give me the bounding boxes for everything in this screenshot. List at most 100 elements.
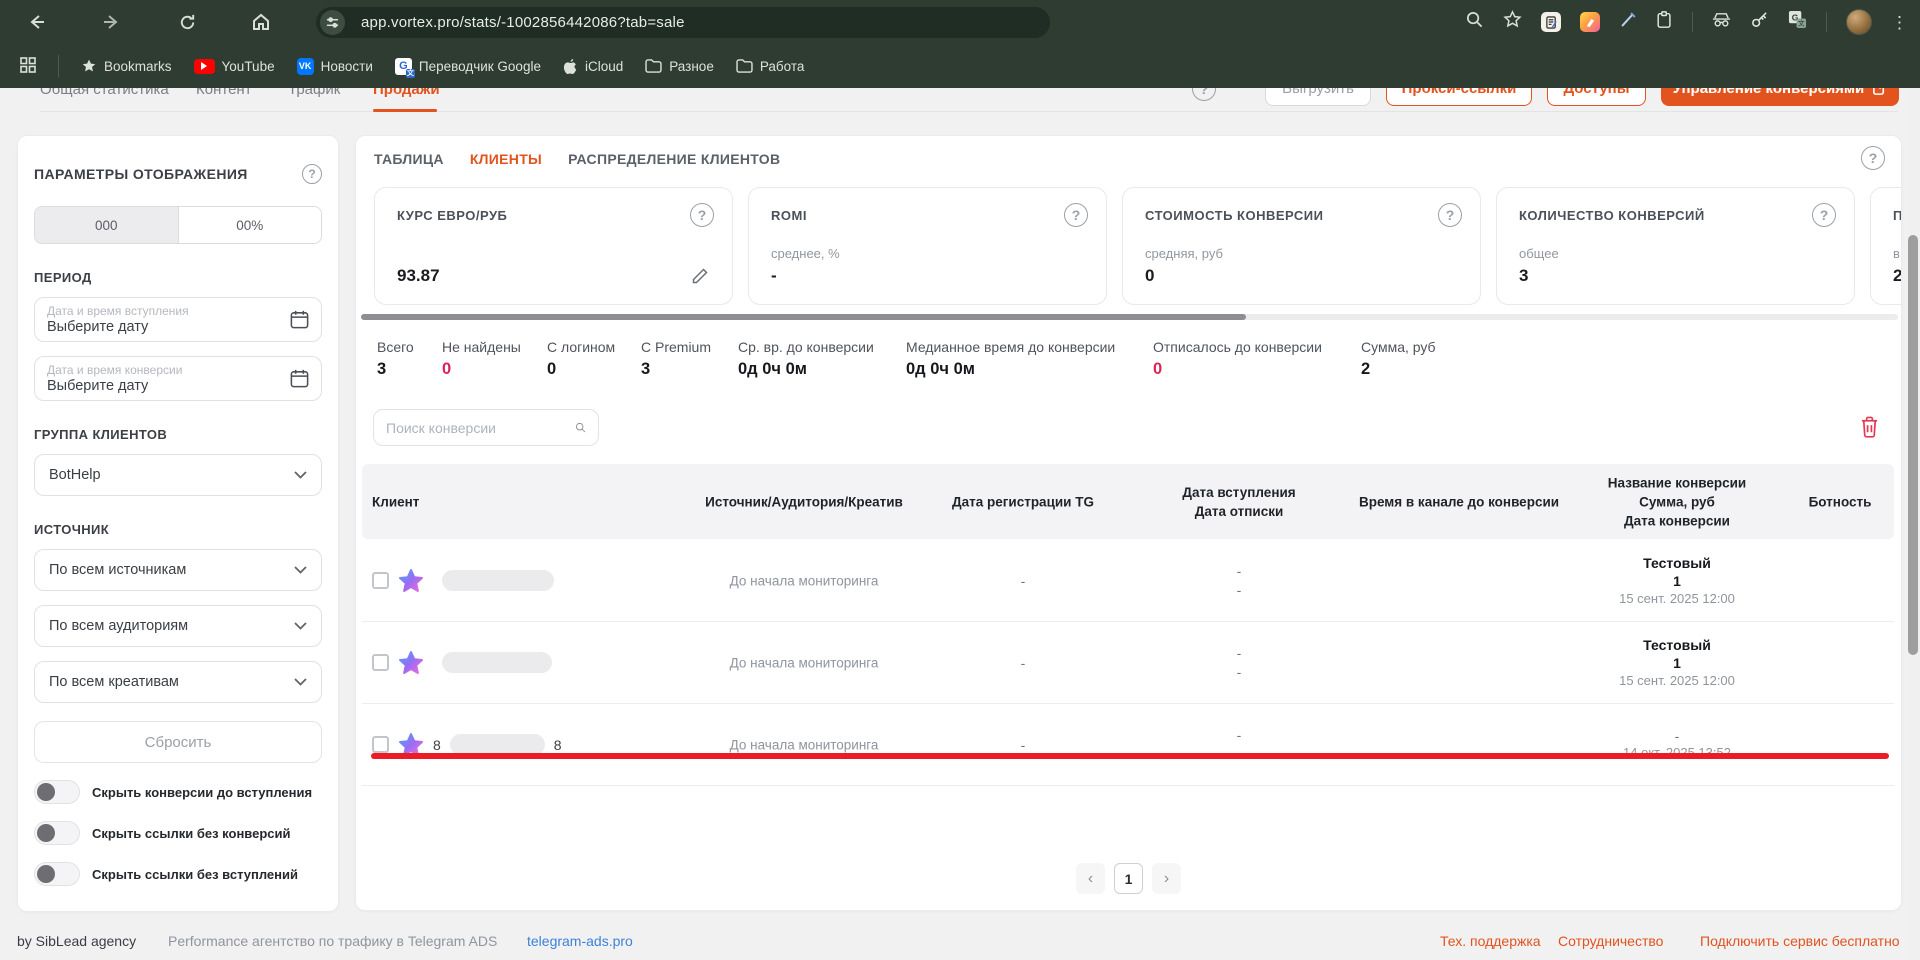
bookmark-item-translate[interactable]: G文Переводчик Google [395, 58, 541, 75]
cards-scrollbar-thumb[interactable] [361, 314, 1246, 320]
page-header-clipped: Общая статистика Контент Трафик Продажи … [0, 88, 1906, 115]
cell-registration: - [1021, 737, 1026, 753]
tab-sales[interactable]: Продажи [373, 88, 440, 98]
hide-links-without-joins-toggle[interactable] [34, 862, 80, 886]
card-subtitle: средняя, руб [1145, 246, 1223, 261]
bookmark-star-icon[interactable] [1503, 10, 1522, 34]
forward-icon[interactable] [98, 9, 124, 35]
reset-button[interactable]: Сбросить [34, 721, 322, 763]
calendar-icon[interactable] [289, 368, 310, 394]
back-icon[interactable] [24, 9, 50, 35]
sidebar-help-icon[interactable]: ? [302, 164, 322, 184]
site-settings-icon[interactable] [320, 10, 345, 35]
cell-join-leave: -- [1237, 562, 1242, 600]
conversion-search[interactable] [373, 409, 599, 446]
calendar-icon[interactable] [289, 309, 310, 335]
clients-help-icon[interactable]: ? [1861, 146, 1885, 170]
audience-select[interactable]: По всем аудиториям [34, 605, 322, 647]
apps-grid-icon[interactable] [20, 57, 36, 76]
pen-extension-icon[interactable] [1619, 11, 1637, 34]
tab-content[interactable]: Контент [196, 88, 252, 98]
tab-table[interactable]: ТАБЛИЦА [374, 151, 444, 167]
main-content-card: ТАБЛИЦА КЛИЕНТЫ РАСПРЕДЕЛЕНИЕ КЛИЕНТОВ ?… [355, 135, 1902, 911]
row-checkbox[interactable] [372, 736, 389, 753]
tab-traffic[interactable]: Трафик [288, 88, 340, 98]
card-subtitle: общее [1519, 246, 1559, 261]
footer-partnership-link[interactable]: Сотрудничество [1558, 933, 1663, 949]
page-scrollbar[interactable] [1906, 88, 1920, 960]
address-bar[interactable]: app.vortex.pro/stats/-1002856442086?tab=… [316, 7, 1050, 38]
access-button[interactable]: Доступы [1547, 88, 1646, 106]
active-tab-underline [373, 109, 437, 112]
bookmark-item-youtube[interactable]: YouTube [194, 59, 275, 74]
row-checkbox[interactable] [372, 654, 389, 671]
card-help-icon[interactable]: ? [1064, 203, 1088, 227]
bookmark-item-work[interactable]: Работа [736, 59, 805, 74]
hide-pre-join-conversions-toggle[interactable] [34, 780, 80, 804]
page-scrollbar-thumb[interactable] [1908, 235, 1918, 655]
menu-kebab-icon[interactable]: ⋮ [1891, 14, 1908, 31]
cards-horizontal-scrollbar[interactable] [361, 314, 1898, 320]
footer-connect-link[interactable]: Подключить сервис бесплатно [1700, 933, 1900, 949]
search-tabs-icon[interactable] [1465, 10, 1484, 34]
creative-value: По всем креативам [49, 674, 179, 690]
conversion-date-input[interactable]: Дата и время конверсии Выберите дату [34, 356, 322, 401]
source-select[interactable]: По всем источникам [34, 549, 322, 591]
home-icon[interactable] [248, 9, 274, 35]
toggle-label: Скрыть ссылки без вступлений [92, 867, 298, 882]
bookmark-item-bookmarks[interactable]: Bookmarks [81, 58, 172, 74]
edit-pencil-icon[interactable] [690, 266, 710, 291]
chevron-down-icon [294, 471, 307, 479]
youtube-icon [194, 59, 215, 74]
mode-percent-button[interactable]: 00% [178, 207, 322, 243]
page-next-button[interactable]: › [1152, 863, 1181, 894]
footer-site-link[interactable]: telegram-ads.pro [527, 933, 633, 949]
bookmark-item-news[interactable]: VKНовости [297, 58, 373, 75]
proxy-links-button[interactable]: Прокси-ссылки [1386, 88, 1532, 106]
hide-links-without-conversions-toggle[interactable] [34, 821, 80, 845]
profile-avatar[interactable] [1846, 9, 1872, 35]
stat-with-login: С логином0 [547, 339, 615, 379]
stat-with-premium: С Premium3 [641, 339, 711, 379]
card-help-icon[interactable]: ? [690, 203, 714, 227]
red-annotation-line [371, 753, 1889, 759]
card-value: 2 [1893, 266, 1902, 286]
footer-support-link[interactable]: Тех. поддержка [1440, 933, 1541, 949]
tab-clients[interactable]: КЛИЕНТЫ [470, 151, 542, 167]
card-subtitle: среднее, % [771, 246, 840, 261]
delete-trash-icon[interactable] [1859, 415, 1880, 443]
page-prev-button[interactable]: ‹ [1076, 863, 1105, 894]
page-help-icon[interactable]: ? [1192, 88, 1216, 101]
row-checkbox[interactable] [372, 572, 389, 589]
card-help-icon[interactable]: ? [1812, 203, 1836, 227]
notes-extension-icon[interactable] [1541, 12, 1561, 32]
reload-icon[interactable] [174, 9, 200, 35]
page-number-button[interactable]: 1 [1114, 863, 1143, 894]
chevron-down-icon [294, 678, 307, 686]
stat-avg-time: Ср. вр. до конверсии0д 0ч 0м [738, 339, 874, 379]
footer-brand: by SibLead agency [17, 933, 136, 949]
col-client: Клиент [372, 492, 419, 511]
creative-select[interactable]: По всем креативам [34, 661, 322, 703]
mode-absolute-button[interactable]: 000 [35, 207, 178, 243]
manage-conversions-button[interactable]: Управление конверсиями [1661, 88, 1899, 106]
tab-general-stats[interactable]: Общая статистика [40, 88, 169, 98]
euro-rate-card: КУРС ЕВРО/РУБ ? 93.87 [374, 187, 733, 305]
client-name-redacted [450, 734, 545, 755]
translate-extension-icon[interactable]: G文 [1788, 10, 1807, 34]
export-button[interactable]: Выгрузить [1265, 88, 1371, 106]
client-name-redacted [442, 570, 554, 591]
folder-icon [736, 59, 753, 73]
join-date-input[interactable]: Дата и время вступления Выберите дату [34, 297, 322, 342]
bookmark-item-misc[interactable]: Разное [645, 59, 714, 74]
client-group-select[interactable]: BotHelp [34, 454, 322, 496]
colorpicker-extension-icon[interactable] [1580, 12, 1600, 32]
incognito-extension-icon[interactable] [1712, 12, 1731, 33]
clipboard-extension-icon[interactable] [1656, 11, 1673, 34]
source-value: По всем источникам [49, 562, 186, 578]
tab-client-distribution[interactable]: РАСПРЕДЕЛЕНИЕ КЛИЕНТОВ [568, 151, 780, 167]
passwords-key-icon[interactable] [1750, 10, 1769, 34]
conversion-search-input[interactable] [386, 420, 567, 436]
bookmark-item-icloud[interactable]: iCloud [563, 58, 623, 75]
card-help-icon[interactable]: ? [1438, 203, 1462, 227]
